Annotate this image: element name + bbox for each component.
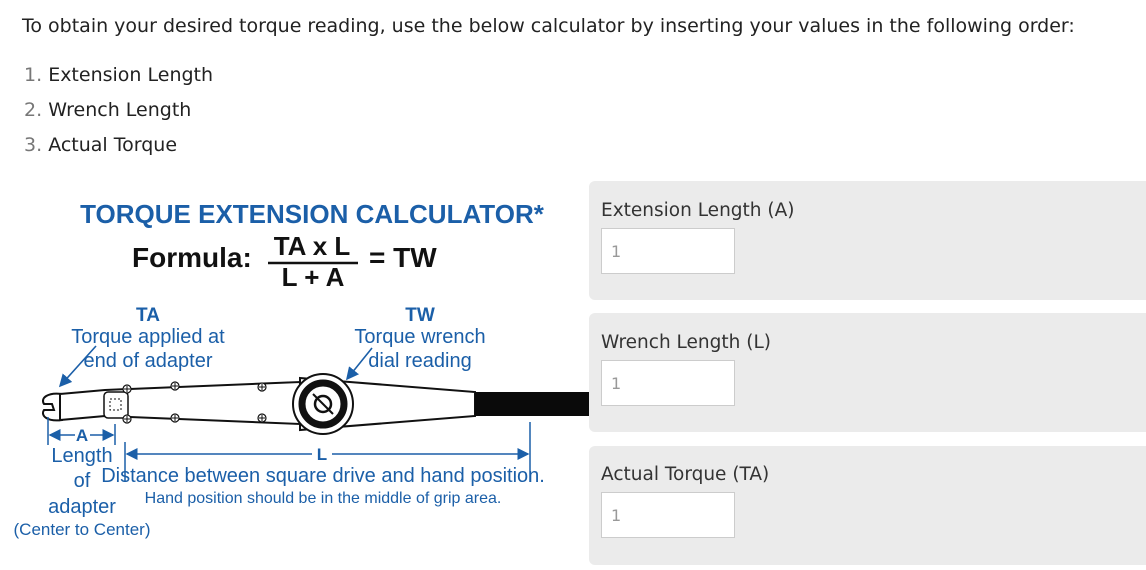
ta-line1: Torque applied at [71,326,225,348]
wrench-length-label: Wrench Length (L) [601,332,771,353]
distance-line2: Hand position should be in the middle of… [145,490,502,507]
extension-length-panel: Extension Length (A) [589,181,1146,300]
extension-length-input[interactable] [601,228,735,274]
length-line2: of [74,470,91,492]
ta-abbr: TA [136,305,160,326]
distance-line1: Distance between square drive and hand p… [101,465,545,487]
step-label: Wrench Length [48,99,192,121]
step-number: 1. [24,64,43,86]
tw-line2: dial reading [368,350,471,372]
step-item: 2. Wrench Length [24,97,213,132]
actual-torque-label: Actual Torque (TA) [601,464,770,485]
torque-extension-diagram: TORQUE EXTENSION CALCULATOR* Formula: TA… [0,180,590,570]
formula-denominator: L + A [282,262,345,292]
wrench-length-input[interactable] [601,360,735,406]
formula-result: = TW [369,242,437,273]
tw-abbr: TW [405,305,435,326]
step-number: 3. [24,134,43,156]
step-item: 3. Actual Torque [24,132,213,167]
diagram-title: TORQUE EXTENSION CALCULATOR* [80,199,545,229]
ta-line2: end of adapter [84,350,213,372]
length-line4: (Center to Center) [14,520,151,539]
l-marker: L [317,445,327,464]
formula-label: Formula: [132,242,252,273]
length-line3: adapter [48,496,116,518]
actual-torque-panel: Actual Torque (TA) [589,446,1146,565]
extension-length-label: Extension Length (A) [601,200,795,221]
intro-text: To obtain your desired torque reading, u… [22,15,1075,37]
step-item: 1. Extension Length [24,62,213,97]
wrench-length-panel: Wrench Length (L) [589,313,1146,432]
a-marker: A [76,426,88,445]
formula-numerator: TA x L [274,231,351,261]
steps-list: 1. Extension Length 2. Wrench Length 3. … [24,62,213,167]
length-line1: Length [51,445,112,467]
wrench-drawing [42,373,590,435]
tw-line1: Torque wrench [354,326,485,348]
step-label: Extension Length [48,64,214,86]
step-label: Actual Torque [48,134,178,156]
actual-torque-input[interactable] [601,492,735,538]
step-number: 2. [24,99,43,121]
